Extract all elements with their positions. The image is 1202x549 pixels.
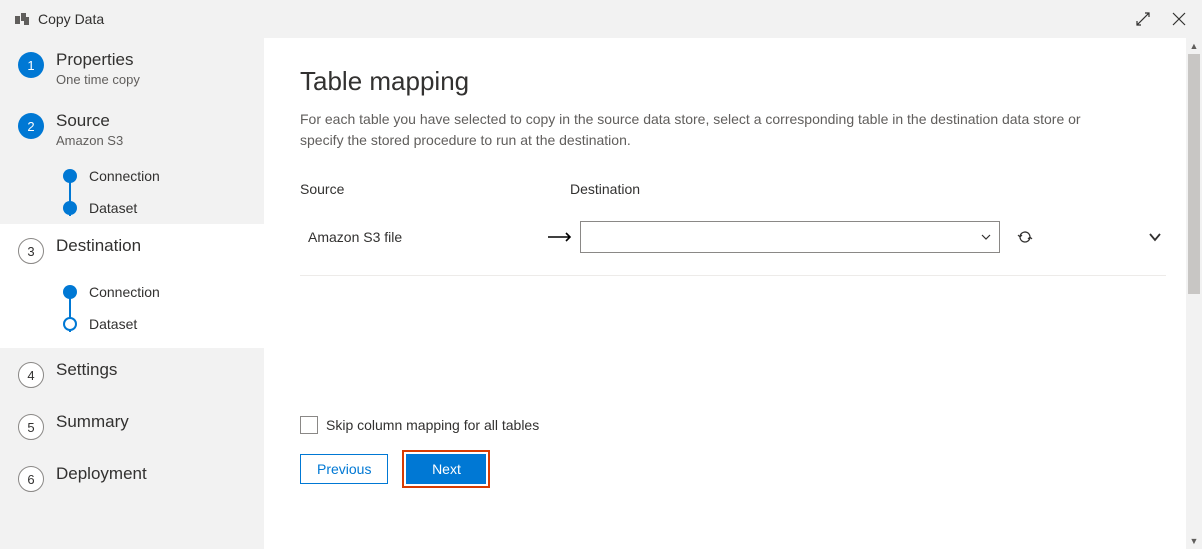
copy-data-icon [14,11,30,27]
next-button[interactable]: Next [406,454,486,484]
substep-destination-dataset[interactable]: Dataset [50,308,264,340]
previous-button[interactable]: Previous [300,454,388,484]
expand-icon[interactable] [1134,10,1152,28]
close-icon[interactable] [1170,10,1188,28]
main-panel: Table mapping For each table you have se… [264,38,1202,549]
step-number: 3 [18,238,44,264]
substep-dot-icon [63,285,77,299]
source-cell: Amazon S3 file [300,229,540,245]
step-settings[interactable]: 4 Settings [0,348,264,400]
scrollbar-down-icon[interactable]: ▼ [1186,533,1202,549]
substep-label: Dataset [89,200,137,216]
step-source[interactable]: 2 Source Amazon S3 [0,99,264,160]
step-number: 1 [18,52,44,78]
step-title: Deployment [56,464,147,484]
page-heading: Table mapping [300,66,1166,97]
step-summary[interactable]: 5 Summary [0,400,264,452]
chevron-down-icon [981,234,991,240]
skip-mapping-checkbox[interactable] [300,416,318,434]
step-subtitle: One time copy [56,72,140,87]
destination-select[interactable] [580,221,1000,253]
substep-dot-icon [63,317,77,331]
substep-label: Connection [89,168,160,184]
step-title: Properties [56,50,140,70]
step-number: 5 [18,414,44,440]
substep-source-connection[interactable]: Connection [50,160,264,192]
table-row: Amazon S3 file [300,209,1166,276]
scrollbar-up-icon[interactable]: ▲ [1186,38,1202,54]
page-description: For each table you have selected to copy… [300,109,1120,151]
step-title: Summary [56,412,129,432]
skip-mapping-label: Skip column mapping for all tables [326,417,539,433]
step-title: Settings [56,360,117,380]
step-number: 2 [18,113,44,139]
step-properties[interactable]: 1 Properties One time copy [0,38,264,99]
substep-dot-icon [63,201,77,215]
step-title: Source [56,111,123,131]
source-substeps: Connection Dataset [0,160,264,224]
mapping-table: Source Destination Amazon S3 file [300,181,1166,276]
step-deployment[interactable]: 6 Deployment [0,452,264,504]
step-destination[interactable]: 3 Destination [0,224,264,276]
substep-dot-icon [63,169,77,183]
substep-label: Connection [89,284,160,300]
titlebar: Copy Data [0,0,1202,38]
refresh-icon[interactable] [1012,224,1038,250]
substep-source-dataset[interactable]: Dataset [50,192,264,224]
scrollbar[interactable]: ▲ ▼ [1186,38,1202,549]
column-header-destination: Destination [570,181,1166,197]
substep-label: Dataset [89,316,137,332]
step-subtitle: Amazon S3 [56,133,123,148]
step-title: Destination [56,236,141,256]
step-number: 4 [18,362,44,388]
arrow-icon [540,227,580,248]
expand-row-icon[interactable] [1144,228,1166,246]
column-header-source: Source [300,181,570,197]
step-number: 6 [18,466,44,492]
wizard-sidebar: 1 Properties One time copy 2 Source Amaz… [0,38,264,549]
window-title: Copy Data [38,11,104,27]
scrollbar-thumb[interactable] [1188,54,1200,294]
substep-destination-connection[interactable]: Connection [50,276,264,308]
destination-substeps: Connection Dataset [0,276,264,348]
